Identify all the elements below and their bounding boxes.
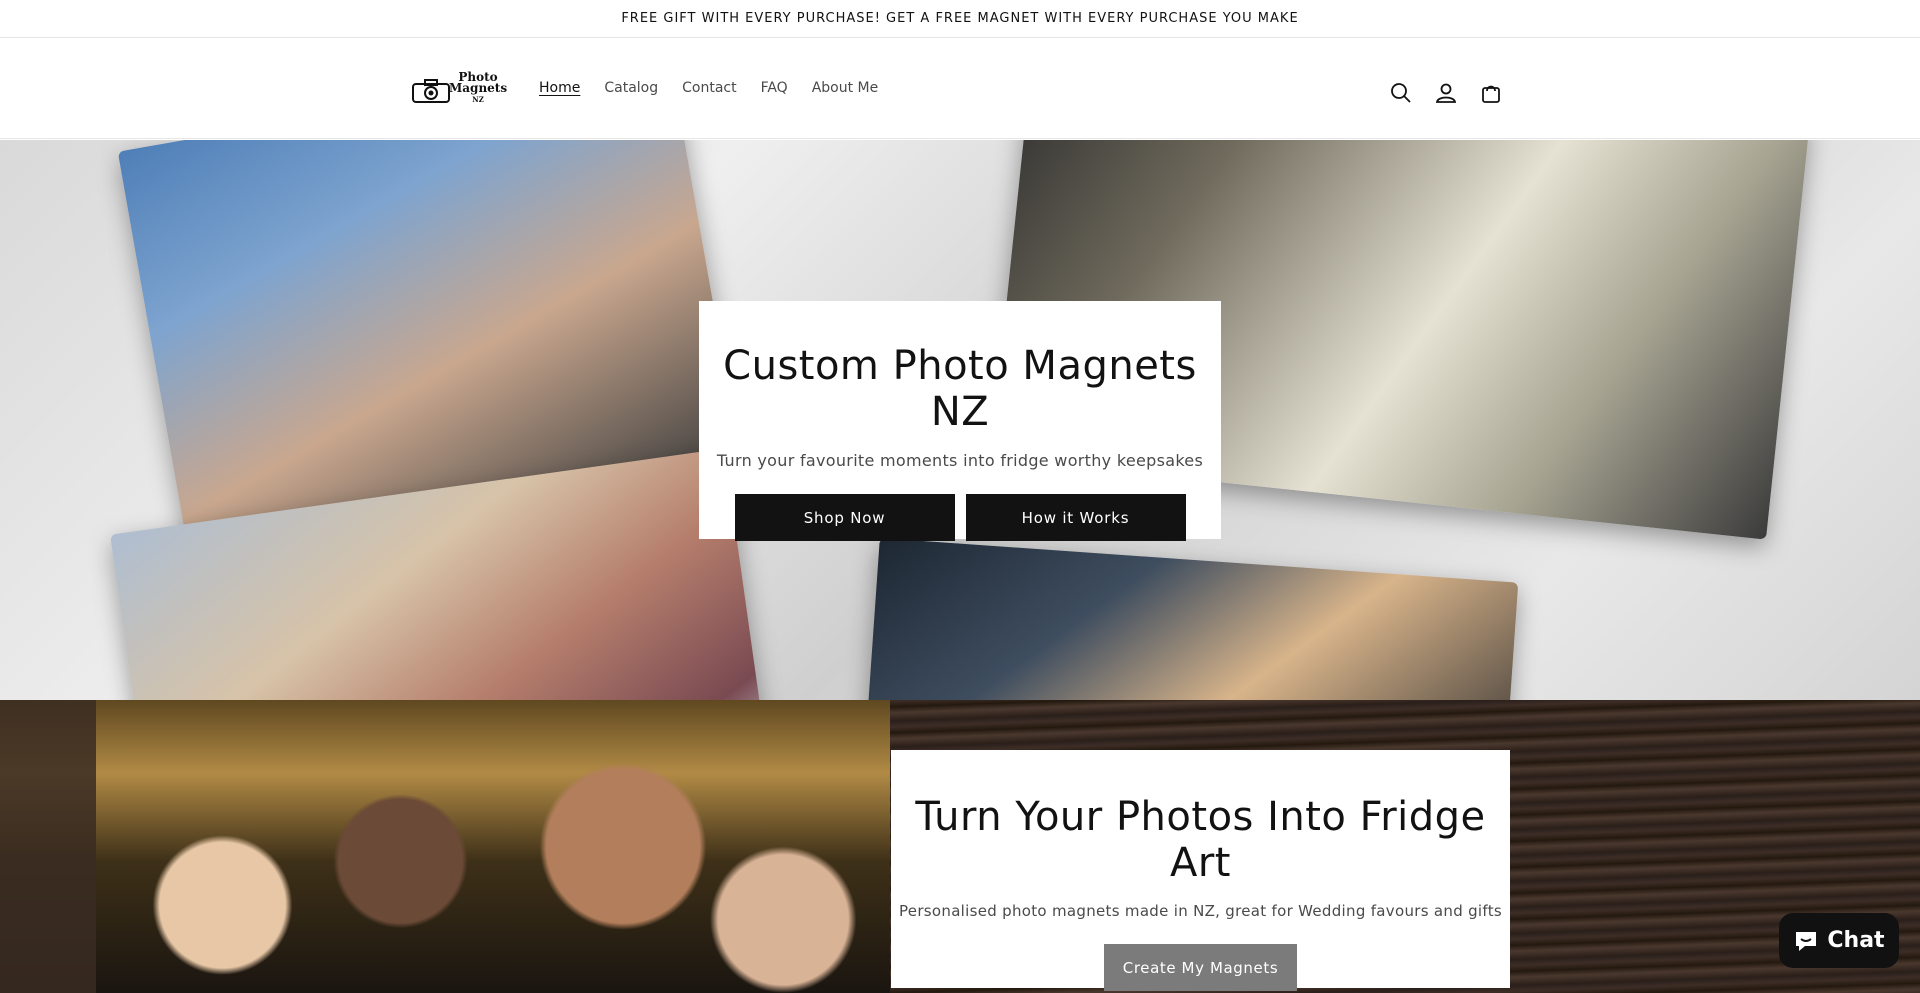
nav-home[interactable]: Home [539, 80, 580, 96]
account-icon[interactable] [1433, 80, 1459, 106]
hero-subtitle: Turn your favourite moments into fridge … [716, 451, 1204, 470]
logo-wordmark: Photo Magnets NZ [449, 71, 508, 105]
fridge-art-card: Turn Your Photos Into Fridge Art Persona… [891, 750, 1510, 991]
fridge-art-photo [0, 700, 890, 993]
how-it-works-button[interactable]: How it Works [965, 494, 1186, 541]
site-header: Photo Magnets NZ Home Catalog Contact FA… [0, 38, 1920, 139]
logo-line-magnets: Magnets [449, 81, 508, 95]
hero-button-row: Shop Now How it Works [699, 494, 1221, 541]
nav-contact[interactable]: Contact [682, 80, 736, 96]
hero-content-card: Custom Photo Magnets NZ Turn your favour… [699, 301, 1221, 541]
hero-title: Custom Photo Magnets NZ [723, 343, 1197, 435]
chat-label: Chat [1827, 928, 1885, 953]
logo-line-nz: NZ [472, 95, 484, 104]
chat-button[interactable]: Chat [1779, 913, 1899, 968]
chat-bubble-icon [1796, 931, 1817, 951]
fridge-art-subtitle: Personalised photo magnets made in NZ, g… [898, 902, 1502, 920]
announcement-bar: FREE GIFT WITH EVERY PURCHASE! GET A FRE… [0, 0, 1920, 38]
cart-icon[interactable] [1478, 80, 1504, 106]
shop-now-button[interactable]: Shop Now [734, 494, 955, 541]
header-icons [1388, 80, 1504, 106]
nav-catalog[interactable]: Catalog [604, 80, 658, 96]
announcement-text: FREE GIFT WITH EVERY PURCHASE! GET A FRE… [621, 11, 1299, 26]
nav-about-me[interactable]: About Me [812, 80, 879, 96]
fridge-art-title: Turn Your Photos Into Fridge Art [915, 794, 1486, 886]
nav-faq[interactable]: FAQ [761, 80, 788, 96]
search-icon[interactable] [1388, 80, 1414, 106]
hero-photo-magnet [861, 537, 1519, 700]
camera-icon [412, 79, 450, 103]
main-nav: Home Catalog Contact FAQ About Me [539, 80, 902, 96]
create-magnets-button[interactable]: Create My Magnets [1104, 944, 1297, 991]
site-logo[interactable]: Photo Magnets NZ [411, 71, 507, 108]
